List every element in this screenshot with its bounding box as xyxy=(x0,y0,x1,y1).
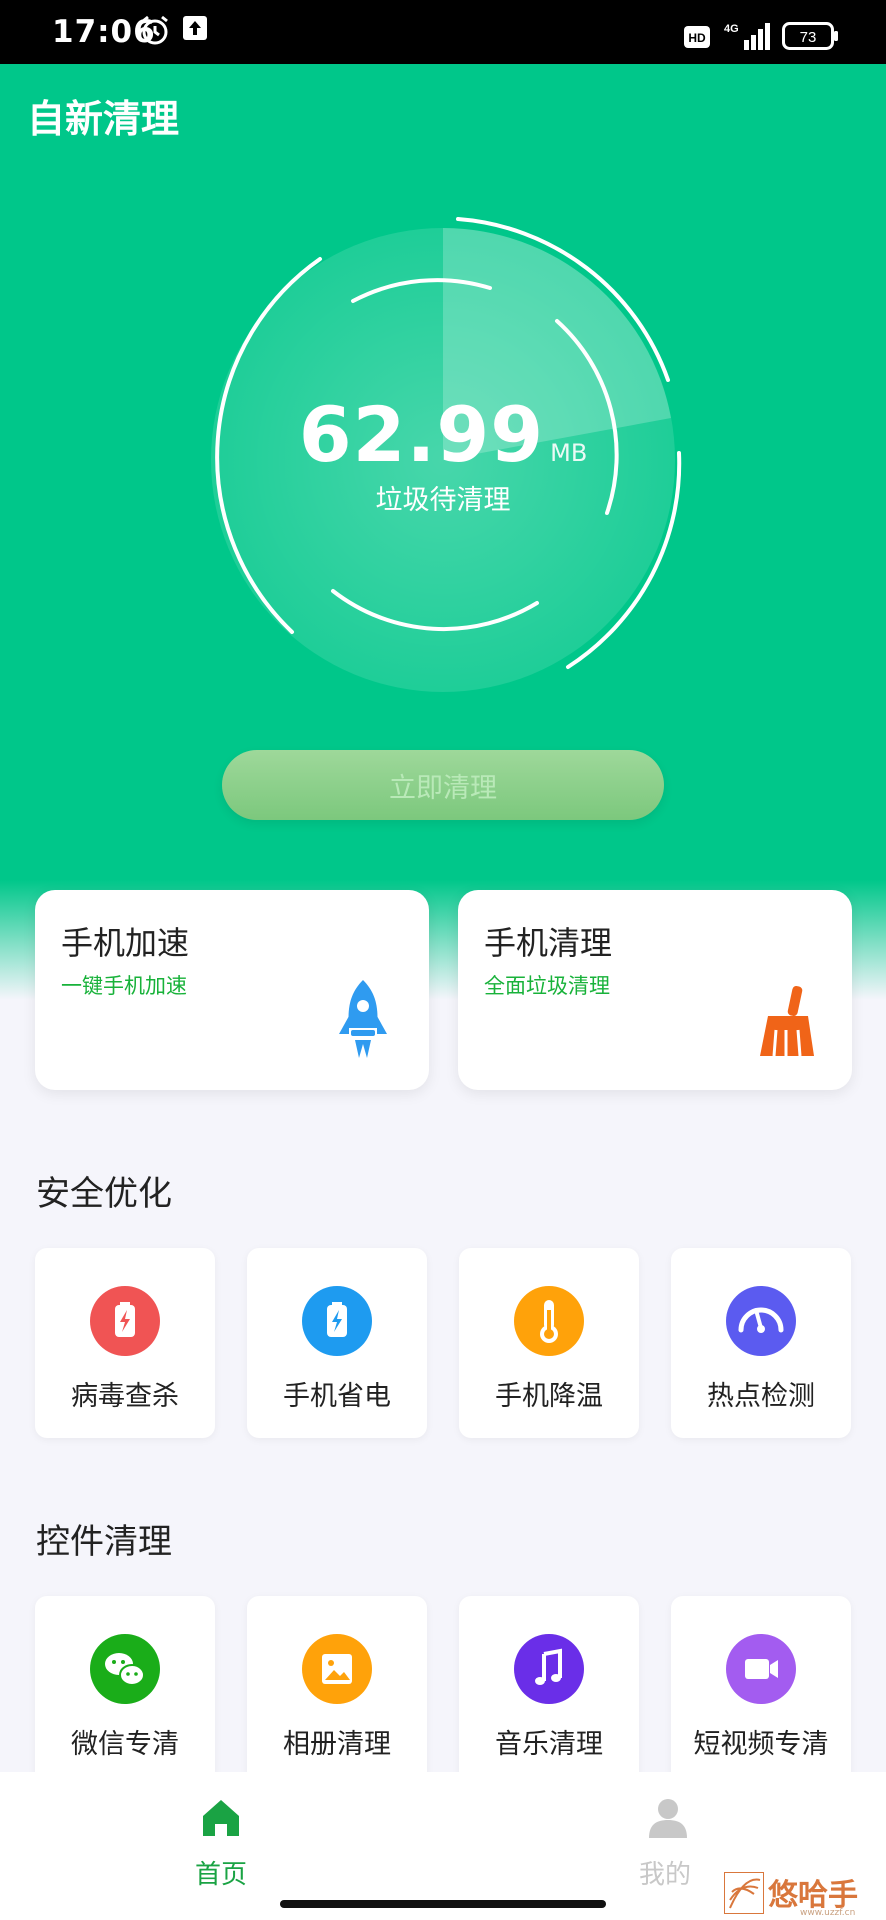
speedometer-icon xyxy=(726,1286,796,1356)
app-title: 自新清理 xyxy=(27,97,180,141)
user-icon xyxy=(643,1796,689,1844)
wechat-icon xyxy=(90,1634,160,1704)
svg-text:4G: 4G xyxy=(724,23,739,35)
clean-now-button[interactable]: 立即清理 xyxy=(222,750,664,820)
feature-card-clean[interactable]: 手机清理 全面垃圾清理 xyxy=(458,890,852,1090)
feature-subtitle: 全面垃圾清理 xyxy=(484,974,610,998)
tile-label: 病毒查杀 xyxy=(71,1381,179,1412)
tile-short-video-clean[interactable]: 短视频专清 xyxy=(671,1596,851,1786)
tile-hotspot-check[interactable]: 热点检测 xyxy=(671,1248,851,1438)
feature-card-speedup[interactable]: 手机加速 一键手机加速 xyxy=(35,890,429,1090)
tile-label: 相册清理 xyxy=(283,1729,391,1760)
tile-music-clean[interactable]: 音乐清理 xyxy=(459,1596,639,1786)
tile-virus-scan[interactable]: 病毒查杀 xyxy=(35,1248,215,1438)
home-icon xyxy=(199,1796,243,1844)
rocket-icon xyxy=(335,978,391,1068)
watermark-url: www.uzzf.cn xyxy=(800,1908,856,1918)
tile-label: 热点检测 xyxy=(707,1381,815,1412)
tile-label: 手机降温 xyxy=(495,1381,603,1412)
upload-icon xyxy=(182,14,208,46)
feature-title: 手机加速 xyxy=(61,924,190,962)
music-icon xyxy=(514,1634,584,1704)
signal-icon: 4G xyxy=(722,20,774,56)
tile-wechat-clean[interactable]: 微信专清 xyxy=(35,1596,215,1786)
section-title-widgets: 控件清理 xyxy=(36,1522,172,1562)
section-title-security: 安全优化 xyxy=(36,1174,172,1214)
svg-text:HD: HD xyxy=(688,31,706,45)
hd-icon: HD xyxy=(684,26,710,52)
nav-home-label: 首页 xyxy=(195,1860,248,1890)
battery-icon xyxy=(302,1286,372,1356)
tile-battery-saver[interactable]: 手机省电 xyxy=(247,1248,427,1438)
broom-icon xyxy=(754,986,818,1066)
watermark: 悠哈手游 www.uzzf.cn xyxy=(718,1866,886,1920)
junk-caption: 垃圾待清理 xyxy=(375,485,511,516)
feature-title: 手机清理 xyxy=(484,924,613,962)
thermometer-icon xyxy=(514,1286,584,1356)
junk-size: 62.99 MB xyxy=(0,390,886,479)
video-icon xyxy=(726,1634,796,1704)
nav-mine-label: 我的 xyxy=(639,1860,692,1890)
virus-scan-icon xyxy=(90,1286,160,1356)
home-indicator xyxy=(280,1900,606,1908)
tile-cool-down[interactable]: 手机降温 xyxy=(459,1248,639,1438)
tile-album-clean[interactable]: 相册清理 xyxy=(247,1596,427,1786)
battery-status-icon: 73 xyxy=(782,22,840,54)
tile-label: 短视频专清 xyxy=(693,1729,829,1760)
tile-label: 微信专清 xyxy=(71,1729,179,1760)
junk-value: 62.99 xyxy=(298,390,545,479)
tile-label: 音乐清理 xyxy=(495,1729,603,1760)
nav-mine[interactable]: 我的 xyxy=(615,1786,715,1906)
nav-home[interactable]: 首页 xyxy=(171,1786,271,1906)
junk-unit: MB xyxy=(550,439,588,467)
status-bar: 17:06 HD 4G 73 xyxy=(0,0,886,64)
feature-subtitle: 一键手机加速 xyxy=(61,974,187,998)
image-icon xyxy=(302,1634,372,1704)
alarm-icon xyxy=(140,14,170,50)
tile-label: 手机省电 xyxy=(283,1381,391,1412)
watermark-logo-icon xyxy=(723,1871,765,1918)
svg-text:73: 73 xyxy=(800,29,817,46)
